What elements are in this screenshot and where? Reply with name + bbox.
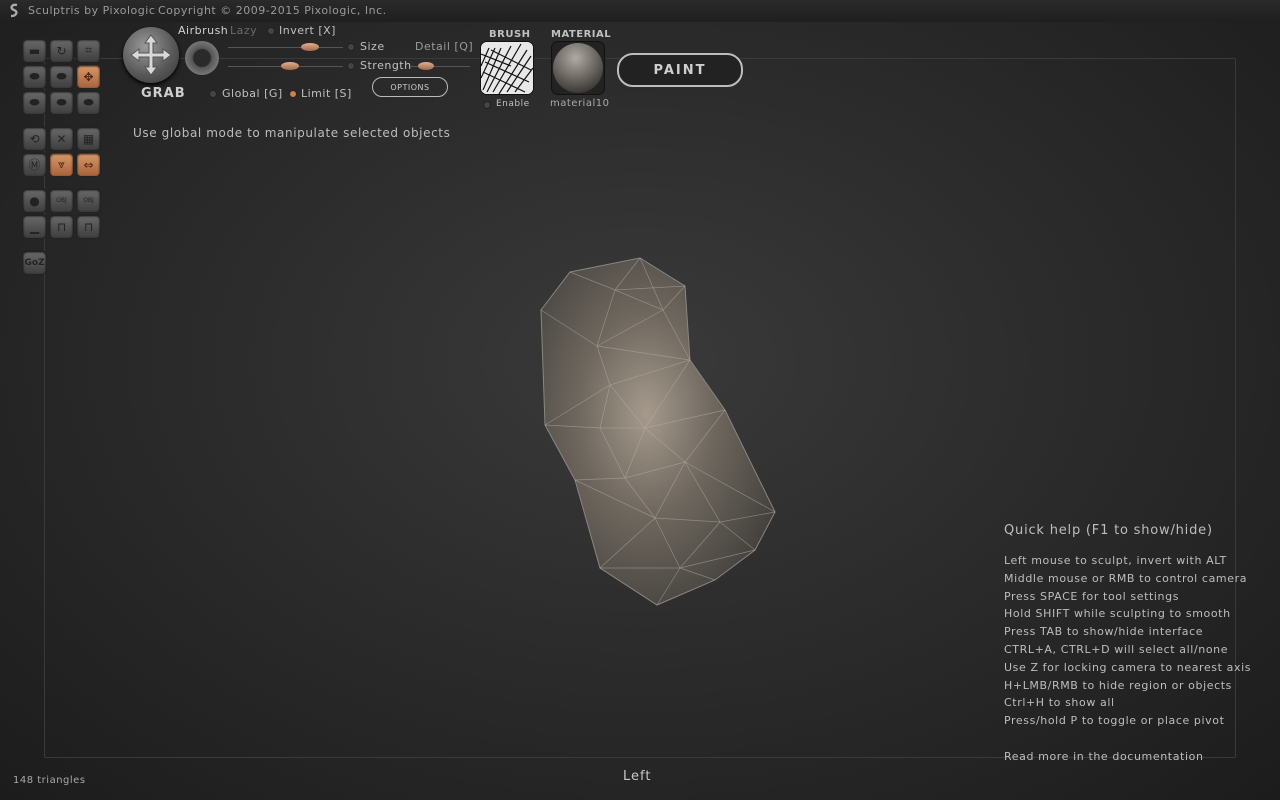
- tool-button-house[interactable]: ⊓: [77, 215, 100, 238]
- brush-enable-label[interactable]: Enable: [496, 99, 530, 109]
- grab-move-icon: [130, 34, 172, 76]
- smooth-icon: ⬬: [29, 95, 40, 109]
- goz-icon: GoZ: [24, 257, 45, 268]
- tool-selector-wheel[interactable]: [123, 27, 179, 83]
- crease-icon: ⬬: [83, 95, 94, 109]
- house-icon: ⊓: [83, 219, 94, 234]
- app-name: Sculptris by Pixologic: [28, 4, 156, 17]
- tool-button-crop[interactable]: ⌗: [77, 39, 100, 62]
- tool-button-inflate[interactable]: ⬬: [23, 65, 46, 88]
- brush-enable-radio[interactable]: [484, 102, 490, 108]
- quick-help-line: Hold SHIFT while sculpting to smooth: [1004, 607, 1231, 621]
- crop-icon: ⌗: [85, 43, 92, 57]
- tool-button-symmetry[interactable]: ⟲: [23, 127, 46, 150]
- material-thumbnail[interactable]: [552, 42, 604, 94]
- reduce-icon: ⩔: [58, 157, 65, 171]
- flatten-icon: ▬: [28, 43, 41, 58]
- tool-button-goz[interactable]: GoZ: [23, 251, 46, 274]
- pinch-icon: ⬬: [56, 69, 67, 83]
- tool-button-reduce[interactable]: ⩔: [50, 153, 73, 176]
- tool-button-plane[interactable]: ▁: [23, 215, 46, 238]
- grid-icon: ▦: [82, 131, 95, 146]
- symmetry-icon: ⟲: [29, 131, 40, 146]
- mirror-icon: ⇔: [83, 157, 94, 172]
- plane-icon: ▁: [29, 219, 40, 234]
- tool-button-export-obj[interactable]: OBJ: [77, 189, 100, 212]
- size-label: Size: [360, 40, 385, 53]
- tool-button-grid[interactable]: ▦: [77, 127, 100, 150]
- lock-icon: ⊓: [56, 219, 67, 234]
- import-obj-icon: OBJ: [56, 197, 67, 204]
- tool-button-pinch[interactable]: ⬬: [50, 65, 73, 88]
- quick-help-line: H+LMB/RMB to hide region or objects: [1004, 678, 1233, 692]
- triangle-count: 148 triangles: [13, 775, 86, 786]
- paint-mode-button[interactable]: PAINT: [617, 53, 743, 87]
- export-obj-icon: OBJ: [83, 197, 94, 204]
- brush-texture-thumbnail[interactable]: [481, 42, 533, 94]
- tool-button-wireframe[interactable]: ✕: [50, 127, 73, 150]
- global-radio[interactable]: [210, 91, 216, 97]
- quick-help-line: Press SPACE for tool settings: [1004, 589, 1180, 603]
- airbrush-toggle[interactable]: [185, 41, 219, 75]
- title-bar: Sculptris by Pixologic Copyright © 2009-…: [0, 0, 1280, 22]
- invert-label[interactable]: Invert [X]: [279, 24, 336, 37]
- invert-radio[interactable]: [268, 28, 274, 34]
- rotate-icon: ↻: [56, 43, 67, 58]
- quick-help-line: CTRL+A, CTRL+D will select all/none: [1004, 642, 1229, 656]
- limit-label[interactable]: Limit [S]: [301, 87, 352, 100]
- strength-label: Strength: [360, 59, 412, 72]
- tool-button-material[interactable]: Ⓜ: [23, 153, 46, 176]
- quick-help-line: Ctrl+H to show all: [1004, 696, 1115, 710]
- tool-button-lock[interactable]: ⊓: [50, 215, 73, 238]
- brush-texture-icon: [481, 42, 533, 94]
- grab-move-icon: ✥: [83, 69, 94, 84]
- quick-help-line: Use Z for locking camera to nearest axis: [1004, 660, 1252, 674]
- size-radio[interactable]: [348, 44, 354, 50]
- tool-button-crease[interactable]: ⬬: [77, 91, 100, 114]
- sculptris-logo-icon: [10, 3, 18, 18]
- material-name: material10: [550, 98, 610, 109]
- tool-button-flatten[interactable]: ▬: [23, 39, 46, 62]
- tool-button-mirror[interactable]: ⇔: [77, 153, 100, 176]
- quick-help-panel: Quick help (F1 to show/hide) Left mouse …: [1004, 523, 1251, 763]
- quick-help-line: Press/hold P to toggle or place pivot: [1004, 714, 1225, 728]
- airbrush-label: Airbrush: [178, 24, 229, 37]
- limit-radio[interactable]: [290, 91, 296, 97]
- quick-help-title: Quick help (F1 to show/hide): [1004, 523, 1213, 538]
- copyright-text: Copyright © 2009-2015 Pixologic, Inc.: [158, 4, 387, 17]
- tool-button-layer[interactable]: ⬬: [50, 91, 73, 114]
- current-tool-label: GRAB: [141, 86, 186, 101]
- global-label[interactable]: Global [G]: [222, 87, 283, 100]
- tool-button-smooth[interactable]: ⬬: [23, 91, 46, 114]
- view-orientation-label: Left: [623, 769, 652, 784]
- size-slider-track[interactable]: [228, 47, 343, 48]
- tool-button-import-obj[interactable]: OBJ: [50, 189, 73, 212]
- lazy-label[interactable]: Lazy: [230, 24, 257, 37]
- wireframe-icon: ✕: [56, 131, 67, 146]
- options-button[interactable]: OPTIONS: [372, 77, 448, 97]
- material-icon: Ⓜ: [28, 158, 41, 172]
- layer-icon: ⬬: [56, 95, 67, 109]
- tool-button-grab-move[interactable]: ✥: [77, 65, 100, 88]
- size-slider-thumb[interactable]: [300, 43, 319, 51]
- strength-radio[interactable]: [348, 63, 354, 69]
- sphere-icon: ●: [29, 193, 40, 208]
- inflate-icon: ⬬: [29, 69, 40, 83]
- tool-button-sphere[interactable]: ●: [23, 189, 46, 212]
- material-title: MATERIAL: [551, 29, 612, 40]
- sculpt-mesh[interactable]: [535, 250, 790, 612]
- material-sphere-icon: [553, 43, 603, 93]
- tool-button-rotate[interactable]: ↻: [50, 39, 73, 62]
- brush-title: BRUSH: [489, 29, 531, 40]
- quick-help-line: Left mouse to sculpt, invert with ALT: [1004, 554, 1227, 567]
- quick-help-line: Press TAB to show/hide interface: [1004, 625, 1204, 639]
- quick-help-line: Middle mouse or RMB to control camera: [1004, 571, 1248, 585]
- documentation-link[interactable]: Read more in the documentation: [1004, 750, 1251, 763]
- tool-hint-text: Use global mode to manipulate selected o…: [133, 126, 451, 140]
- detail-label: Detail [Q]: [415, 40, 474, 53]
